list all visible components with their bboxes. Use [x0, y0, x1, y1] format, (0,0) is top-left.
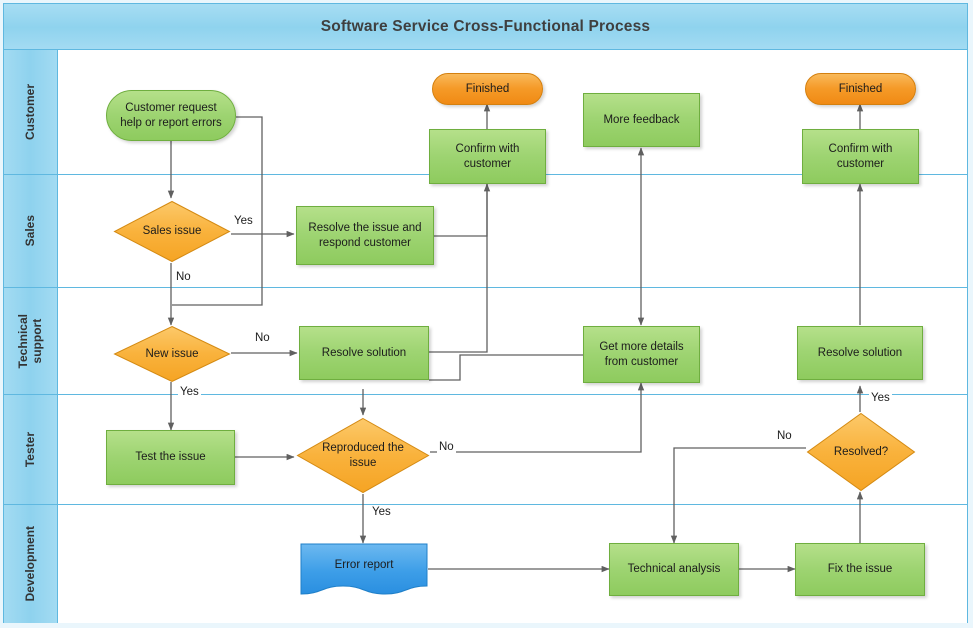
node-label: Test the issue [135, 451, 206, 464]
node-get-more-details[interactable]: Get more details from customer [583, 326, 700, 383]
node-label: Resolve solution [321, 346, 407, 359]
flowchart-canvas: Software Service Cross-Functional Proces… [0, 0, 973, 628]
lane-label-customer: Customer [22, 83, 37, 140]
node-resolved[interactable]: Resolved? [806, 412, 916, 492]
node-finished-1[interactable]: Finished [432, 73, 543, 105]
node-label: Technical analysis [627, 563, 721, 576]
lane-label-development: Development [22, 526, 37, 602]
edge-label-sales-yes: Yes [232, 215, 255, 227]
node-label: Resolved? [833, 445, 889, 458]
edge-label-resolved-yes: Yes [869, 392, 892, 404]
node-confirm-with-customer-1[interactable]: Confirm with customer [429, 129, 546, 184]
node-more-feedback[interactable]: More feedback [583, 93, 700, 147]
node-label: Customer request help or report errors [120, 102, 222, 129]
lane-label-sales: Sales [22, 215, 37, 247]
node-label: Finished [465, 82, 510, 95]
node-fix-the-issue[interactable]: Fix the issue [795, 543, 925, 596]
page-title: Software Service Cross-Functional Proces… [320, 17, 651, 35]
node-resolve-solution-1[interactable]: Resolve solution [299, 326, 429, 380]
node-resolve-solution-2[interactable]: Resolve solution [797, 326, 923, 380]
node-label: Error report [334, 558, 394, 571]
node-test-the-issue[interactable]: Test the issue [106, 430, 235, 485]
node-label: New issue [145, 347, 199, 360]
node-finished-2[interactable]: Finished [805, 73, 916, 105]
lane-header-tester: Tester [4, 395, 58, 505]
node-label: Resolve the issue and respond customer [308, 222, 422, 249]
node-new-issue[interactable]: New issue [113, 325, 231, 383]
node-technical-analysis[interactable]: Technical analysis [609, 543, 739, 596]
edge-label-newissue-no: No [253, 332, 272, 344]
node-label: Get more details from customer [599, 341, 684, 368]
node-label: Finished [838, 82, 883, 95]
edge-label-reproduced-yes: Yes [370, 506, 393, 518]
edge-label-reproduced-no: No [437, 441, 456, 453]
node-label: Confirm with customer [455, 143, 520, 170]
lane-header-sales: Sales [4, 175, 58, 288]
node-sales-issue[interactable]: Sales issue [113, 200, 231, 263]
lane-header-development: Development [4, 505, 58, 623]
edge-label-newissue-yes: Yes [178, 386, 201, 398]
node-label: Confirm with customer [828, 143, 893, 170]
node-label: Reproduced the issue [322, 442, 404, 469]
lane-header-customer: Customer [4, 50, 58, 175]
node-label: More feedback [603, 113, 680, 126]
lane-label-technical-support: Technical support [15, 313, 44, 369]
node-label: Resolve solution [817, 346, 903, 359]
node-label: Fix the issue [827, 563, 893, 576]
edge-label-resolved-no: No [775, 430, 794, 442]
node-error-report[interactable]: Error report [300, 543, 428, 595]
lane-header-technical-support: Technical support [4, 288, 58, 395]
node-resolve-issue-respond[interactable]: Resolve the issue and respond customer [296, 206, 434, 265]
node-confirm-with-customer-2[interactable]: Confirm with customer [802, 129, 919, 184]
lane-label-tester: Tester [22, 431, 37, 468]
edge-label-sales-no: No [174, 271, 193, 283]
diagram-title-bar: Software Service Cross-Functional Proces… [4, 4, 967, 50]
node-customer-request[interactable]: Customer request help or report errors [106, 90, 236, 141]
node-reproduced-the-issue[interactable]: Reproduced the issue [296, 417, 430, 494]
node-label: Sales issue [142, 225, 202, 238]
